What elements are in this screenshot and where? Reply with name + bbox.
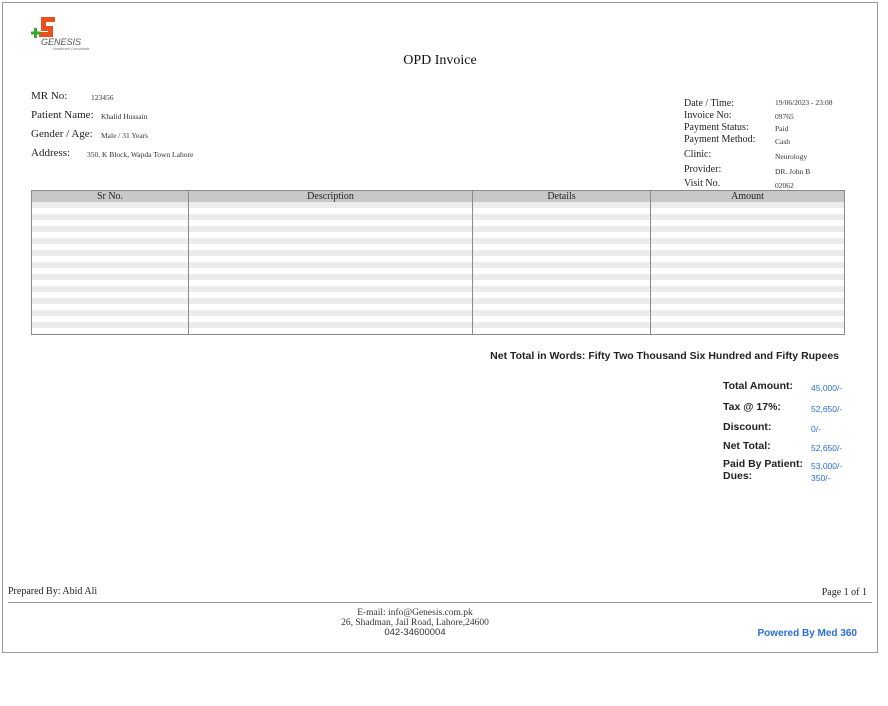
table-cell <box>472 328 651 335</box>
table-cell <box>651 328 845 335</box>
col-amount: Amount <box>650 190 845 202</box>
prepared-by: Prepared By: Abid Ali <box>8 586 98 597</box>
payment-status-value: Paid <box>775 124 789 133</box>
discount-label: Discount: <box>723 421 772 433</box>
total-amount-value: 45,000/- <box>811 383 843 393</box>
table-header-row: Sr No. Description Details Amount <box>31 190 845 202</box>
brand-tagline: Healthcare Consultants <box>53 47 90 51</box>
provider-value: DR. John B <box>775 167 811 176</box>
total-amount-label: Total Amount: <box>723 380 793 392</box>
page-title: OPD Invoice <box>403 53 477 68</box>
tax-value: 52,650/- <box>811 404 843 414</box>
dues-label: Dues: <box>723 470 753 482</box>
payment-status-label: Payment Status: <box>684 122 749 133</box>
mr-value: 123456 <box>91 93 114 102</box>
date-time-value: 19/06/2023 - 23:08 <box>775 98 833 107</box>
discount-value: 0/- <box>811 424 821 434</box>
date-time-label: Date / Time: <box>684 98 735 109</box>
invoice-no-value: 09765 <box>775 112 794 121</box>
col-sr-no: Sr No. <box>31 190 189 202</box>
invoice-no-label: Invoice No: <box>684 110 732 121</box>
table-cell <box>188 328 473 335</box>
net-total-value: 52,650/- <box>811 443 843 453</box>
payment-method-label: Payment Method: <box>684 134 756 145</box>
visit-no-label: Visit No. <box>684 178 721 189</box>
dues-value: 350/- <box>811 473 831 483</box>
patient-name-label: Patient Name: <box>31 109 94 121</box>
tax-label: Tax @ 17%: <box>723 401 781 413</box>
clinic-value: Neurology <box>775 152 808 161</box>
paid-by-patient-value: 53,000/- <box>811 461 843 471</box>
table-body <box>31 202 845 335</box>
invoice-page: GENESIS Healthcare Consultants OPD Invoi… <box>2 2 878 653</box>
col-details: Details <box>472 190 651 202</box>
paid-by-patient-label: Paid By Patient: <box>723 458 803 470</box>
footer-divider <box>8 602 872 603</box>
footer-email: E-mail: info@Genesis.com.pk <box>357 608 473 618</box>
provider-label: Provider: <box>684 164 722 175</box>
table-row <box>31 328 845 335</box>
gender-age-value: Male / 31 Years <box>101 131 149 140</box>
gender-age-label: Gender / Age: <box>31 128 93 140</box>
genesis-logo: GENESIS Healthcare Consultants <box>31 13 121 53</box>
net-total-in-words: Net Total in Words: Fifty Two Thousand S… <box>490 350 839 362</box>
mr-label: MR No: <box>31 90 68 102</box>
logo-mark-icon: GENESIS Healthcare Consultants <box>31 17 90 51</box>
net-total-label: Net Total: <box>723 440 771 452</box>
visit-no-value: 02062 <box>775 181 794 190</box>
page-number: Page 1 of 1 <box>821 587 867 598</box>
col-description: Description <box>188 190 473 202</box>
address-value: 350, K Block, Wapda Town Lahore <box>87 150 194 159</box>
footer-contact: E-mail: info@Genesis.com.pk 26, Shadman,… <box>3 608 827 638</box>
brand-name: GENESIS <box>41 37 81 47</box>
powered-by: Powered By Med 360 <box>757 628 857 639</box>
clinic-label: Clinic: <box>684 149 712 160</box>
patient-name-value: Khalid Hussain <box>101 112 148 121</box>
invoice-items-table: Sr No. Description Details Amount <box>31 190 845 335</box>
payment-method-value: Cash <box>775 137 790 146</box>
address-label: Address: <box>31 147 71 159</box>
table-cell <box>31 328 189 335</box>
footer-phone: 042-34600004 <box>384 627 446 638</box>
